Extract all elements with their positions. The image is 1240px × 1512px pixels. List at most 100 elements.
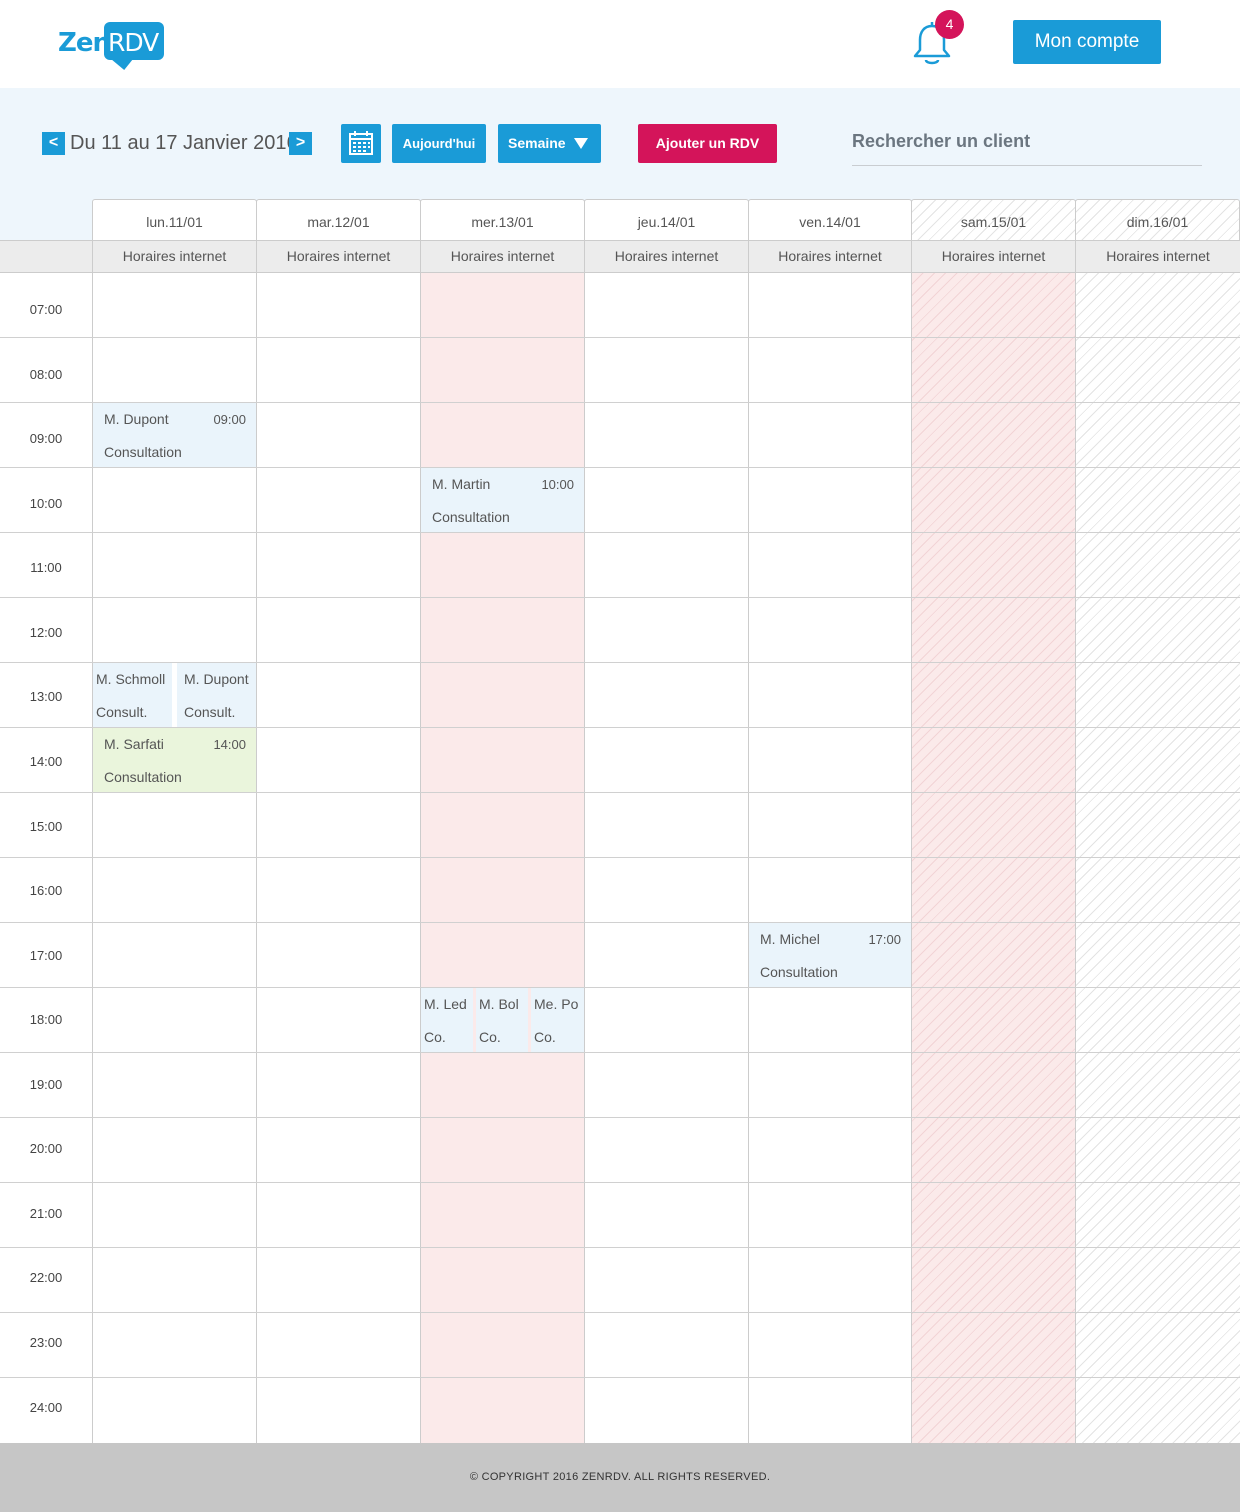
hour-label: 13:00 bbox=[29, 689, 63, 704]
hour-label: 15:00 bbox=[29, 819, 63, 834]
appointment-card[interactable]: M. Michel 17:00 Consultation bbox=[749, 923, 911, 987]
row-divider bbox=[0, 467, 1240, 468]
appointment-type: Consultation bbox=[432, 509, 510, 525]
appointment-client: M. Bol bbox=[479, 996, 519, 1012]
hour-label: 20:00 bbox=[29, 1141, 63, 1156]
dropdown-arrow-icon bbox=[574, 138, 588, 149]
online-hours-friday[interactable]: Horaires internet bbox=[748, 240, 911, 273]
appointment-time: 10:00 bbox=[541, 477, 574, 492]
hour-label: 16:00 bbox=[29, 883, 63, 898]
hour-label: 08:00 bbox=[29, 367, 63, 382]
appointment-type: Consultation bbox=[104, 769, 182, 785]
notification-badge[interactable]: 4 bbox=[935, 10, 964, 39]
calendar-picker-button[interactable] bbox=[341, 124, 381, 163]
column-divider bbox=[420, 273, 421, 1443]
column-divider bbox=[584, 273, 585, 1443]
row-divider bbox=[0, 987, 1240, 988]
footer-copyright: © COPYRIGHT 2016 ZENRDV. ALL RIGHTS RESE… bbox=[0, 1443, 1240, 1512]
view-selector-dropdown[interactable]: Semaine bbox=[498, 124, 601, 163]
row-divider bbox=[0, 337, 1240, 338]
day-header-tuesday[interactable]: mar.12/01 bbox=[256, 199, 421, 241]
appointment-client: M. Sarfati bbox=[104, 736, 164, 752]
row-divider bbox=[0, 597, 1240, 598]
appointment-client: M. Martin bbox=[432, 476, 491, 492]
previous-week-button[interactable]: < bbox=[42, 132, 65, 155]
row-divider bbox=[0, 1052, 1240, 1053]
row-divider bbox=[0, 1377, 1240, 1378]
day-header-wednesday[interactable]: mer.13/01 bbox=[420, 199, 585, 241]
closed-day-column bbox=[420, 273, 584, 1443]
appointment-card[interactable]: M. Martin 10:00 Consultation bbox=[421, 468, 584, 532]
appointment-type: Consult. bbox=[96, 704, 148, 720]
row-divider bbox=[0, 1182, 1240, 1183]
appointment-card[interactable]: M. Bol Co. bbox=[476, 988, 528, 1052]
unavailable-day-column bbox=[1075, 273, 1240, 1443]
unavailable-day-column bbox=[911, 273, 1075, 1443]
view-selector-label: Semaine bbox=[508, 135, 566, 151]
appointment-client: M. Dupont bbox=[104, 411, 169, 427]
appointment-time: 17:00 bbox=[868, 932, 901, 947]
row-divider bbox=[0, 1117, 1240, 1118]
day-header-thursday[interactable]: jeu.14/01 bbox=[584, 199, 749, 241]
appointment-client: M. Michel bbox=[760, 931, 820, 947]
online-hours-thursday[interactable]: Horaires internet bbox=[584, 240, 748, 273]
hour-label: 23:00 bbox=[29, 1335, 63, 1350]
column-divider bbox=[748, 273, 749, 1443]
hour-label: 09:00 bbox=[29, 431, 63, 446]
top-bar: Zen RDV 4 Mon compte bbox=[0, 0, 1240, 88]
appointment-client: M. Led bbox=[424, 996, 467, 1012]
hour-label: 24:00 bbox=[29, 1400, 63, 1415]
online-hours-tuesday[interactable]: Horaires internet bbox=[256, 240, 420, 273]
appointment-type: Co. bbox=[479, 1029, 501, 1045]
appointment-time: 14:00 bbox=[213, 737, 246, 752]
column-divider bbox=[1075, 273, 1076, 1443]
row-divider bbox=[0, 792, 1240, 793]
online-hours-wednesday[interactable]: Horaires internet bbox=[420, 240, 584, 273]
row-divider bbox=[0, 1312, 1240, 1313]
hour-label: 17:00 bbox=[29, 948, 63, 963]
appointment-client: M. Dupont bbox=[184, 671, 249, 687]
appointment-card[interactable]: M. Schmoll Consult. bbox=[93, 663, 172, 727]
appointment-card[interactable]: M. Dupont 09:00 Consultation bbox=[93, 403, 256, 467]
hour-label: 14:00 bbox=[29, 754, 63, 769]
date-range-label: Du 11 au 17 Janvier 2016 bbox=[70, 132, 298, 154]
day-header-saturday[interactable]: sam.15/01 bbox=[911, 199, 1076, 241]
row-divider bbox=[0, 857, 1240, 858]
appointment-type: Co. bbox=[534, 1029, 556, 1045]
appointment-card[interactable]: M. Led Co. bbox=[421, 988, 473, 1052]
hour-label: 12:00 bbox=[29, 625, 63, 640]
hour-label: 19:00 bbox=[29, 1077, 63, 1092]
day-header-sunday[interactable]: dim.16/01 bbox=[1075, 199, 1240, 241]
add-appointment-button[interactable]: Ajouter un RDV bbox=[638, 124, 777, 163]
online-hours-saturday[interactable]: Horaires internet bbox=[911, 240, 1075, 273]
appointment-card-confirmed[interactable]: M. Sarfati 14:00 Consultation bbox=[93, 728, 256, 792]
row-divider bbox=[0, 922, 1240, 923]
column-divider bbox=[256, 273, 257, 1443]
calendar-icon bbox=[349, 131, 373, 155]
online-hours-sunday[interactable]: Horaires internet bbox=[1075, 240, 1240, 273]
day-header-monday[interactable]: lun.11/01 bbox=[92, 199, 257, 241]
row-divider bbox=[0, 1247, 1240, 1248]
hour-label: 21:00 bbox=[29, 1206, 63, 1221]
hour-label: 11:00 bbox=[30, 560, 62, 575]
online-hours-monday[interactable]: Horaires internet bbox=[92, 240, 256, 273]
client-search-input[interactable]: Rechercher un client bbox=[852, 128, 1202, 166]
appointment-time: 09:00 bbox=[213, 412, 246, 427]
hour-label: 07:00 bbox=[29, 302, 63, 317]
appointment-card[interactable]: Me. Po Co. bbox=[531, 988, 584, 1052]
today-button[interactable]: Aujourd'hui bbox=[392, 124, 486, 163]
next-week-button[interactable]: > bbox=[289, 132, 312, 155]
appointment-type: Co. bbox=[424, 1029, 446, 1045]
appointment-client: M. Schmoll bbox=[96, 671, 166, 687]
hour-label: 22:00 bbox=[29, 1270, 63, 1285]
logo-zen-text: Zen bbox=[58, 28, 111, 58]
appointment-type: Consultation bbox=[760, 964, 838, 980]
column-divider bbox=[911, 273, 912, 1443]
logo-rdv-text: RDV bbox=[108, 28, 159, 57]
appointment-client: Me. Po bbox=[534, 996, 579, 1012]
hour-label: 10:00 bbox=[29, 496, 63, 511]
day-header-friday[interactable]: ven.14/01 bbox=[748, 199, 912, 241]
my-account-button[interactable]: Mon compte bbox=[1013, 20, 1161, 64]
appointment-card[interactable]: M. Dupont Consult. bbox=[177, 663, 256, 727]
zenrdv-logo[interactable]: Zen RDV bbox=[58, 22, 168, 70]
